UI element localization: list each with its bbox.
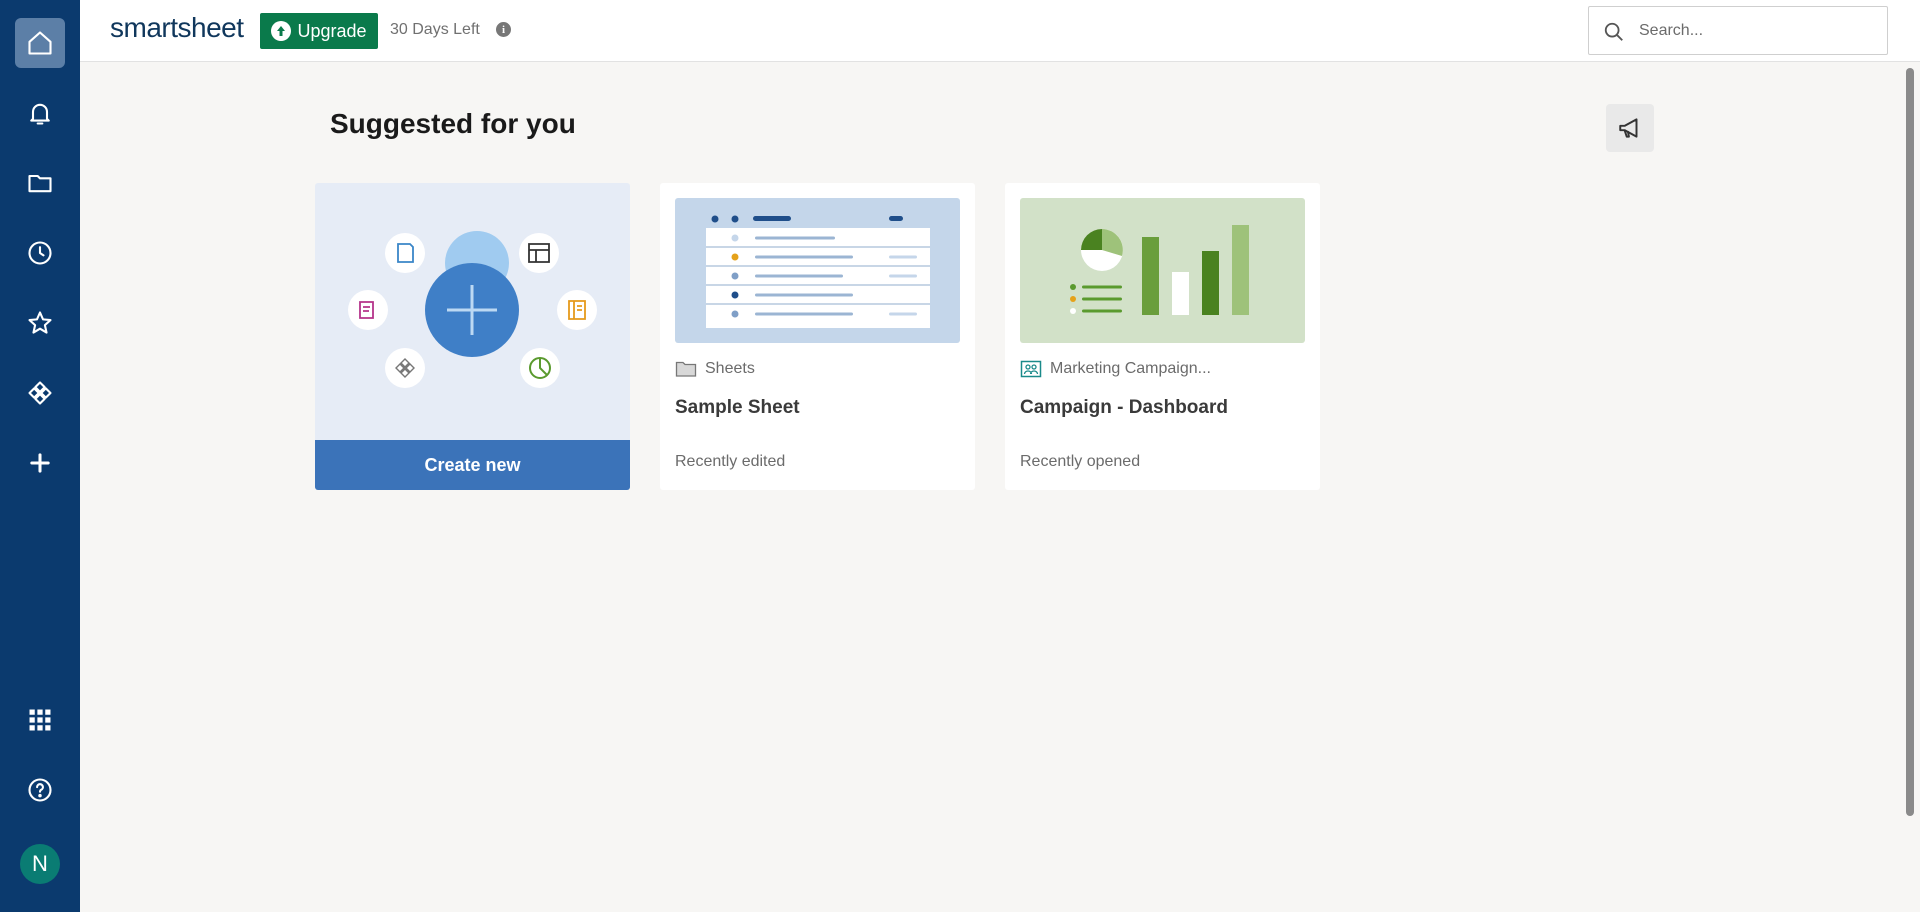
workapps-icon — [28, 381, 52, 405]
home-icon — [28, 31, 52, 55]
star-icon — [28, 311, 52, 334]
scrollbar[interactable] — [1906, 68, 1914, 816]
create-new-button[interactable]: Create new — [315, 440, 630, 490]
recents-button[interactable] — [15, 228, 65, 278]
notifications-button[interactable] — [15, 88, 65, 138]
workapps-button[interactable] — [15, 368, 65, 418]
create-new-card[interactable]: Create new — [315, 183, 630, 490]
sheet-location-label: Sheets — [705, 360, 755, 377]
sheet-status: Recently edited — [675, 453, 786, 470]
sheet-preview-illustration — [706, 215, 930, 328]
search-input[interactable] — [1639, 17, 1879, 45]
folder-icon — [675, 361, 697, 377]
trial-status: 30 Days Left — [390, 21, 480, 38]
dashboard-location: Marketing Campaign... — [1020, 360, 1211, 378]
upgrade-label: Upgrade — [297, 20, 367, 41]
help-icon — [28, 778, 52, 802]
sheet-thumbnail — [675, 198, 960, 343]
dashboard-status: Recently opened — [1020, 453, 1141, 470]
favorites-button[interactable] — [15, 298, 65, 348]
campaign-dashboard-card[interactable]: Marketing Campaign... Campaign - Dashboa… — [1005, 183, 1320, 490]
folder-icon — [28, 174, 52, 193]
dashboard-location-label: Marketing Campaign... — [1050, 360, 1211, 377]
left-rail: N — [0, 0, 80, 912]
sheet-location: Sheets — [675, 360, 755, 378]
info-icon[interactable]: i — [496, 22, 511, 37]
plus-icon — [30, 453, 50, 473]
megaphone-icon — [1619, 118, 1638, 138]
create-button[interactable] — [15, 438, 65, 488]
workspace-icon — [1020, 360, 1042, 378]
upgrade-button[interactable]: Upgrade — [260, 13, 378, 49]
solution-center-button[interactable] — [15, 695, 65, 745]
clock-icon — [28, 241, 52, 265]
browse-button[interactable] — [15, 158, 65, 208]
announcements-button[interactable] — [1606, 104, 1654, 152]
dashboard-thumbnail — [1020, 198, 1305, 343]
home-button[interactable] — [15, 18, 65, 68]
sample-sheet-card[interactable]: Sheets Sample Sheet Recently edited — [660, 183, 975, 490]
sheet-title: Sample Sheet — [675, 397, 800, 418]
dashboard-preview-illustration — [1070, 225, 1249, 315]
page-title: Suggested for you — [330, 108, 576, 139]
top-bar: smartsheet Upgrade 30 Days Left i — [80, 0, 1920, 62]
smartsheet-logo[interactable]: smartsheet — [110, 12, 244, 44]
app-grid-icon — [29, 709, 51, 731]
search-box[interactable] — [1588, 6, 1888, 55]
create-illustration — [348, 231, 597, 388]
search-icon — [1604, 22, 1623, 41]
dashboard-title: Campaign - Dashboard — [1020, 397, 1228, 418]
help-button[interactable] — [15, 765, 65, 815]
bell-icon — [30, 103, 50, 125]
upgrade-arrow-icon — [271, 21, 292, 41]
avatar[interactable]: N — [20, 844, 60, 884]
